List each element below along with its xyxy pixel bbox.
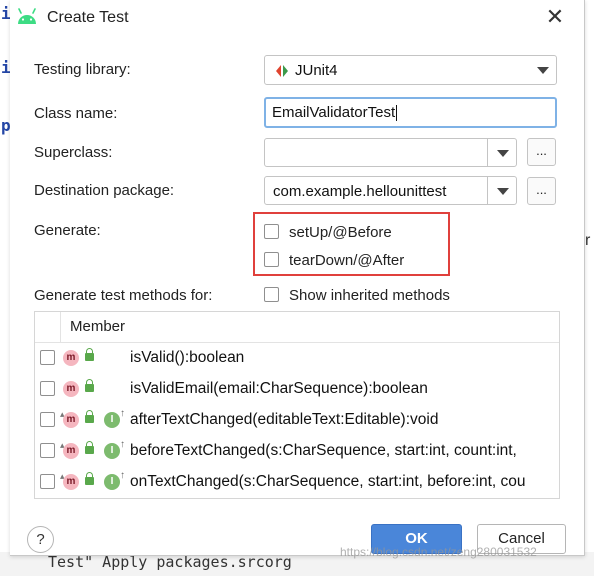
implements-icon: ↑ [120,439,125,450]
members-table[interactable]: Member m isValid():boolean m isValidEmai… [34,311,560,499]
override-method-icon: m [63,474,79,490]
chevron-down-icon [537,67,549,74]
method-icon: m [63,381,79,397]
generate-methods-label: Generate test methods for: [34,287,213,304]
public-lock-icon [85,348,94,361]
class-name-label: Class name: [34,105,118,122]
setup-before-label[interactable]: setUp/@Before [289,224,392,241]
superclass-combo[interactable] [264,138,517,167]
override-method-icon: m [63,412,79,428]
table-row[interactable]: ▴ m I ↑ onTextChanged(s:CharSequence, st… [35,467,559,498]
create-test-dialog: Create Test ✕ Testing library: JUnit4 Cl… [10,0,585,559]
override-method-icon: m [63,443,79,459]
member-column-header[interactable]: Member [70,318,125,335]
text-cursor [396,105,398,122]
generate-label: Generate: [34,222,101,239]
help-button[interactable]: ? [27,526,54,553]
member-checkbox[interactable] [40,381,55,396]
combo-separator [487,139,488,166]
public-lock-icon [85,410,94,423]
superclass-browse-button[interactable]: ... [527,138,556,166]
dialog-title: Create Test [47,9,129,26]
destination-package-browse-button[interactable]: ... [527,177,556,205]
testing-library-select[interactable]: JUnit4 [264,55,557,85]
android-icon [16,8,38,26]
chevron-down-icon[interactable] [497,188,509,195]
method-icon: m [63,350,79,366]
table-row[interactable]: ▴ m I ↑ afterTextChanged(editableText:Ed… [35,405,559,436]
member-name: isValid():boolean [130,349,245,366]
testing-library-value: JUnit4 [295,62,338,79]
public-lock-icon [85,472,94,485]
member-name: onTextChanged(s:CharSequence, start:int,… [130,473,526,490]
members-header: Member [35,312,559,343]
teardown-after-label[interactable]: tearDown/@After [289,252,404,269]
implements-icon: ↑ [120,408,125,419]
implements-icon: ↑ [120,470,125,481]
table-row[interactable]: ▴ m I ↑ beforeTextChanged(s:CharSequence… [35,436,559,467]
header-divider [60,312,61,342]
background-code-glyph: r [585,232,591,249]
table-row[interactable]: m isValid():boolean [35,343,559,374]
teardown-after-checkbox[interactable] [264,252,279,267]
close-icon[interactable]: ✕ [544,6,566,28]
member-checkbox[interactable] [40,350,55,365]
chevron-down-icon[interactable] [497,150,509,157]
public-lock-icon [85,379,94,392]
interface-icon: I [104,474,120,490]
watermark: https://blog.csdn.net/zeng280031532 [340,545,537,559]
background-editor-edge [0,0,10,576]
interface-icon: I [104,412,120,428]
table-row[interactable]: m isValidEmail(email:CharSequence):boole… [35,374,559,405]
class-name-value: EmailValidatorTest [272,104,398,122]
member-name: beforeTextChanged(s:CharSequence, start:… [130,442,517,459]
member-checkbox[interactable] [40,443,55,458]
destination-package-label: Destination package: [34,182,175,199]
testing-library-label: Testing library: [34,61,131,78]
superclass-label: Superclass: [34,144,113,161]
combo-separator [487,177,488,204]
public-lock-icon [85,441,94,454]
show-inherited-label[interactable]: Show inherited methods [289,287,450,304]
show-inherited-checkbox[interactable] [264,287,279,302]
destination-package-combo[interactable]: com.example.hellounittest [264,176,517,205]
member-checkbox[interactable] [40,474,55,489]
member-name: isValidEmail(email:CharSequence):boolean [130,380,428,397]
dialog-titlebar: Create Test ✕ [10,0,584,38]
junit-icon [275,64,289,83]
setup-before-checkbox[interactable] [264,224,279,239]
interface-icon: I [104,443,120,459]
class-name-input[interactable]: EmailValidatorTest [264,97,557,128]
member-name: afterTextChanged(editableText:Editable):… [130,411,439,428]
destination-package-value: com.example.hellounittest [273,183,447,200]
member-checkbox[interactable] [40,412,55,427]
